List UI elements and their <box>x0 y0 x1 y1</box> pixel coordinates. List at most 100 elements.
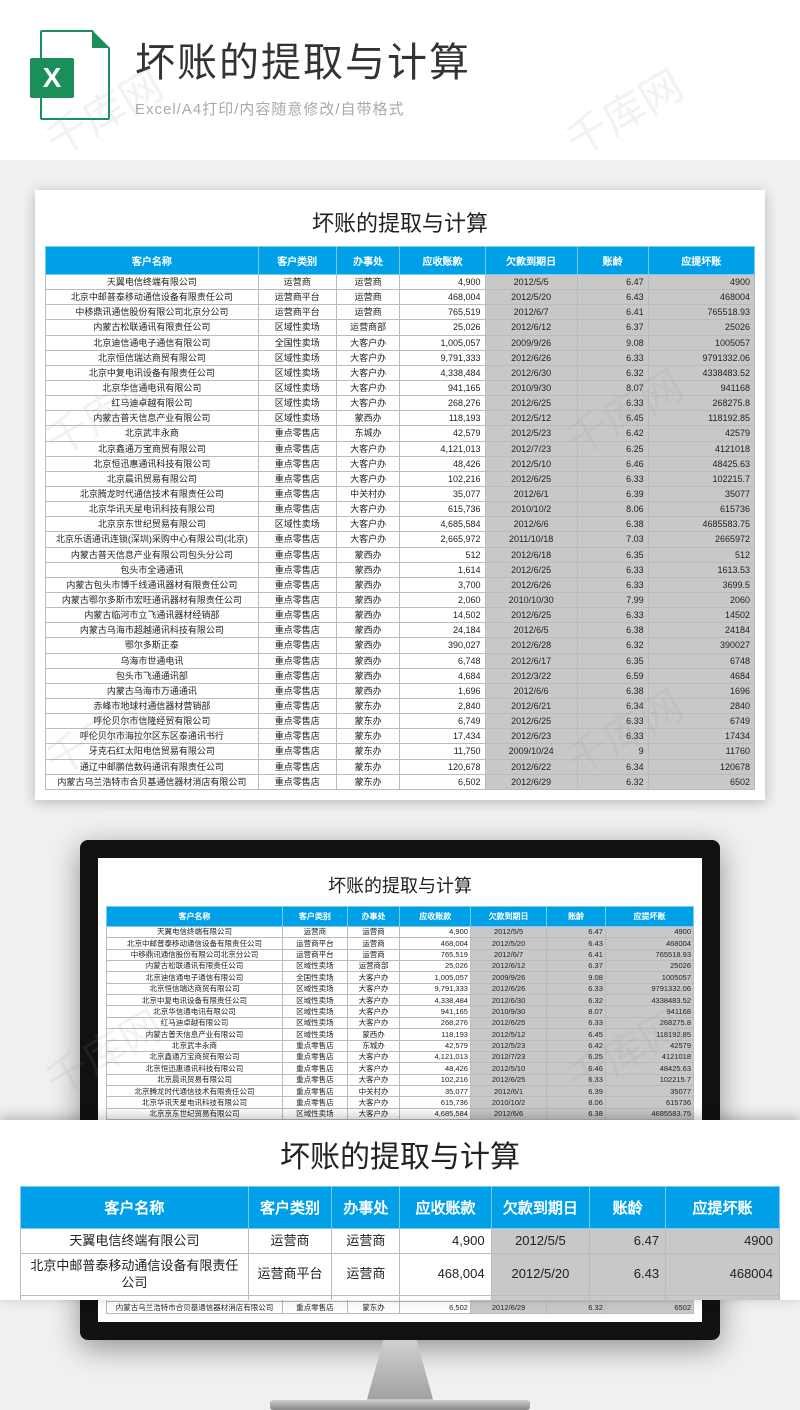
table-cell: 大客户办 <box>347 1108 400 1119</box>
table-cell: 6.33 <box>577 471 648 486</box>
table-cell: 北京京东世纪贸易有限公司 <box>107 1108 283 1119</box>
table-cell: 蒙西办 <box>336 668 400 683</box>
table-cell: 2012/5/5 <box>485 275 577 290</box>
table-cell: 2012/6/12 <box>470 960 546 971</box>
table-cell: 2009/9/26 <box>485 335 577 350</box>
table-cell: 102215.7 <box>605 1074 693 1085</box>
table-cell: 运营商平台 <box>248 1295 331 1300</box>
table-cell: 重点零售店 <box>283 1086 348 1097</box>
table-cell: 内蒙古松联通讯有限责任公司 <box>46 320 259 335</box>
table-cell: 大客户办 <box>336 502 400 517</box>
table-cell: 468004 <box>666 1253 780 1295</box>
table-cell: 6502 <box>648 774 754 789</box>
table-cell: 重点零售店 <box>283 1040 348 1051</box>
table-cell: 大客户办 <box>336 441 400 456</box>
table-cell: 运营商平台 <box>248 1253 331 1295</box>
table-cell: 6.33 <box>577 729 648 744</box>
table-cell: 北京中邮普泰移动通信设备有限责任公司 <box>21 1253 249 1295</box>
table-cell: 乌海市世通电讯 <box>46 653 259 668</box>
table-cell: 北京鑫通万宝商贸有限公司 <box>107 1051 283 1062</box>
table-cell: 6749 <box>648 714 754 729</box>
table-cell: 4,338,484 <box>400 365 485 380</box>
table-cell: 24,184 <box>400 623 485 638</box>
table-row: 中移鼎讯通信股份有限公司北京分公司运营商平台运营商765,5192012/6/7… <box>107 949 694 960</box>
table-cell: 512 <box>400 547 485 562</box>
table-cell: 941,165 <box>400 380 485 395</box>
table-row: 中移鼎讯通信股份有限公司北京分公司运营商平台运营商765,5192012/6/7… <box>21 1295 780 1300</box>
table-cell: 赤峰市地球村通信器材营销部 <box>46 698 259 713</box>
table-row: 北京中邮普泰移动通信设备有限责任公司运营商平台运营商468,0042012/5/… <box>46 290 755 305</box>
table-cell: 大客户办 <box>347 1063 400 1074</box>
table-cell: 941168 <box>648 380 754 395</box>
table-cell: 2010/10/2 <box>485 502 577 517</box>
table-cell: 2012/5/10 <box>485 456 577 471</box>
table-row: 天翼电信终端有限公司运营商运营商4,9002012/5/56.474900 <box>46 275 755 290</box>
table-cell: 941,165 <box>400 1006 470 1017</box>
table-cell: 蒙东办 <box>336 774 400 789</box>
table-cell: 内蒙古鄂尔多斯市宏旺通讯器材有限责任公司 <box>46 592 259 607</box>
table-cell: 大客户办 <box>347 1051 400 1062</box>
table-cell: 包头市全通通讯 <box>46 562 259 577</box>
column-header: 账龄 <box>547 906 606 926</box>
table-cell: 运营商 <box>347 926 400 937</box>
table-cell: 2012/6/6 <box>470 1108 546 1119</box>
table-cell: 6.41 <box>577 305 648 320</box>
table-cell: 东城办 <box>347 1040 400 1051</box>
table-cell: 蒙东办 <box>336 744 400 759</box>
table-row: 北京恒信瑞达商贸有限公司区域性卖场大客户办9,791,3332012/6/266… <box>46 350 755 365</box>
table-row: 内蒙古鄂尔多斯市宏旺通讯器材有限责任公司重点零售店蒙西办2,0602010/10… <box>46 592 755 607</box>
table-cell: 35077 <box>648 486 754 501</box>
table-cell: 25,026 <box>400 960 470 971</box>
table-cell: 重点零售店 <box>258 547 336 562</box>
table-row: 北京中复电讯设备有限责任公司区域性卖场大客户办4,338,4842012/6/3… <box>107 995 694 1006</box>
table-cell: 2012/6/22 <box>485 759 577 774</box>
table-cell: 2,665,972 <box>400 532 485 547</box>
table-cell: 蒙东办 <box>336 698 400 713</box>
table-row: 北京迪信通电子通信有限公司全国性卖场大客户办1,005,0572009/9/26… <box>46 335 755 350</box>
table-cell: 9.08 <box>577 335 648 350</box>
table-cell: 4338483.52 <box>648 365 754 380</box>
table-cell: 大客户办 <box>336 532 400 547</box>
table-cell: 2060 <box>648 592 754 607</box>
table-cell: 6,502 <box>400 1302 470 1313</box>
table-cell: 区域性卖场 <box>258 411 336 426</box>
table-cell: 蒙西办 <box>336 592 400 607</box>
column-header: 应收账款 <box>400 906 470 926</box>
table-cell: 615736 <box>605 1097 693 1108</box>
table-row: 赤峰市地球村通信器材营销部重点零售店蒙东办2,8402012/6/216.342… <box>46 698 755 713</box>
table-cell: 全国性卖场 <box>283 972 348 983</box>
table-cell: 102,216 <box>400 1074 470 1085</box>
table-cell: 390,027 <box>400 638 485 653</box>
table-cell: 重点零售店 <box>283 1097 348 1108</box>
table-cell: 6.25 <box>577 441 648 456</box>
table-cell: 区域性卖场 <box>283 983 348 994</box>
table-cell: 大客户办 <box>347 995 400 1006</box>
table-cell: 蒙西办 <box>336 683 400 698</box>
table-cell: 4900 <box>648 275 754 290</box>
table-cell: 区域性卖场 <box>258 396 336 411</box>
table-cell: 2012/5/12 <box>470 1029 546 1040</box>
table-cell: 2012/6/30 <box>485 365 577 380</box>
table-cell: 内蒙古乌海市超越通讯科技有限公司 <box>46 623 259 638</box>
table-cell: 4684 <box>648 668 754 683</box>
table-cell: 390027 <box>648 638 754 653</box>
data-table: 客户名称客户类别办事处应收账款欠款到期日账龄应提坏账 天翼电信终端有限公司运营商… <box>45 246 755 790</box>
table-cell: 25,026 <box>400 320 485 335</box>
table-cell: 2010/9/30 <box>485 380 577 395</box>
table-row: 内蒙古临河市立飞通讯器材经销部重点零售店蒙西办14,5022012/6/256.… <box>46 608 755 623</box>
column-header: 客户类别 <box>248 1187 331 1229</box>
table-cell: 4685583.75 <box>605 1108 693 1119</box>
table-cell: 1,696 <box>400 683 485 698</box>
table-cell: 重点零售店 <box>283 1063 348 1074</box>
table-cell: 6.32 <box>577 365 648 380</box>
table-cell: 48425.63 <box>648 456 754 471</box>
table-cell: 2012/5/23 <box>470 1040 546 1051</box>
table-cell: 765518.93 <box>648 305 754 320</box>
table-cell: 北京华信通电讯有限公司 <box>46 380 259 395</box>
table-row: 北京中邮普泰移动通信设备有限责任公司运营商平台运营商468,0042012/5/… <box>107 938 694 949</box>
table-cell: 蒙西办 <box>336 608 400 623</box>
table-cell: 765518.93 <box>605 949 693 960</box>
table-cell: 118,193 <box>400 1029 470 1040</box>
table-cell: 6.47 <box>577 275 648 290</box>
table-row: 北京中邮普泰移动通信设备有限责任公司运营商平台运营商468,0042012/5/… <box>21 1253 780 1295</box>
